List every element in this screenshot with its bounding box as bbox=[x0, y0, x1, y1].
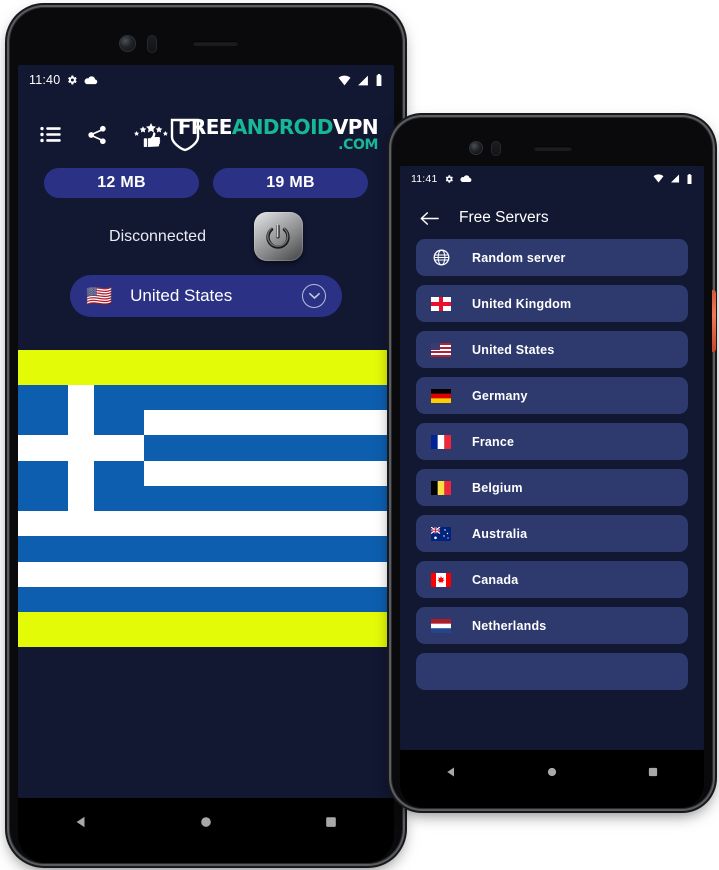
front-camera-icon bbox=[120, 36, 135, 51]
share-icon[interactable] bbox=[87, 125, 107, 145]
list-item[interactable]: Australia bbox=[416, 515, 688, 552]
battery-icon bbox=[375, 74, 383, 86]
list-item[interactable]: France bbox=[416, 423, 688, 460]
banner-bottom-bar bbox=[18, 612, 394, 647]
cloud-icon bbox=[84, 75, 98, 85]
list-item-label: France bbox=[472, 434, 515, 449]
list-item[interactable]: Random server bbox=[416, 239, 688, 276]
flag-icon-australia bbox=[430, 526, 452, 541]
list-item-label: United Kingdom bbox=[472, 296, 572, 311]
list-item-label: United States bbox=[472, 342, 555, 357]
back-arrow-icon[interactable] bbox=[420, 211, 439, 226]
flag-icon-germany bbox=[430, 388, 452, 403]
upload-badge: 19 MB bbox=[213, 168, 368, 198]
connection-status-row: Disconnected bbox=[18, 198, 394, 273]
status-time: 11:41 bbox=[411, 172, 438, 185]
flag-icon-united-kingdom bbox=[430, 296, 452, 311]
rate-icon[interactable] bbox=[133, 122, 169, 147]
logo-com: .COM bbox=[338, 137, 378, 153]
proximity-sensor-icon bbox=[148, 36, 156, 52]
phone-right-screen: 11:41 Free Servers Random server United … bbox=[400, 166, 704, 750]
country-name: United States bbox=[130, 286, 233, 305]
list-item-label: Canada bbox=[472, 572, 519, 587]
power-button[interactable] bbox=[253, 212, 303, 261]
list-item[interactable]: Canada bbox=[416, 561, 688, 598]
ad-banner[interactable] bbox=[18, 350, 394, 647]
proximity-sensor-icon bbox=[492, 142, 500, 155]
status-bar-right: 11:41 bbox=[400, 166, 704, 191]
earpiece-speaker bbox=[193, 41, 238, 46]
app-logo: FREEANDROIDVPN .COM bbox=[170, 115, 379, 153]
list-item-label: Random server bbox=[472, 250, 566, 265]
list-item-label: Netherlands bbox=[472, 618, 547, 633]
battery-icon bbox=[686, 173, 693, 184]
flag-icon-belgium bbox=[430, 480, 452, 495]
list-item[interactable] bbox=[416, 653, 688, 690]
list-item-label: Germany bbox=[472, 388, 528, 403]
list-item-label: Belgium bbox=[472, 480, 523, 495]
flag-icon-united-states bbox=[430, 342, 452, 357]
logo-vpn: VPN bbox=[332, 115, 379, 139]
list-item-label: Australia bbox=[472, 526, 528, 541]
signal-icon bbox=[670, 174, 680, 183]
flag-icon-canada bbox=[430, 572, 452, 587]
recents-square-icon[interactable] bbox=[647, 766, 659, 778]
page-title: Free Servers bbox=[459, 209, 549, 226]
front-camera-icon bbox=[470, 142, 482, 154]
connection-status-text: Disconnected bbox=[109, 227, 206, 245]
earpiece-speaker bbox=[534, 146, 572, 151]
globe-icon bbox=[430, 249, 452, 266]
app-header: FREEANDROIDVPN .COM bbox=[18, 95, 394, 166]
cloud-icon bbox=[459, 174, 472, 183]
phone-right-bezel bbox=[392, 118, 712, 166]
phone-left-device: 11:40 FREEANDROIDVPN .COM 12 MB 19 MB Di… bbox=[10, 8, 402, 863]
flag-icon-france bbox=[430, 434, 452, 449]
logo-android: ANDROID bbox=[231, 115, 334, 139]
signal-icon bbox=[357, 75, 369, 86]
list-icon[interactable] bbox=[40, 126, 61, 143]
list-item[interactable]: Germany bbox=[416, 377, 688, 414]
greece-flag-icon bbox=[18, 385, 394, 612]
back-triangle-icon[interactable] bbox=[445, 766, 457, 778]
android-navbar-left bbox=[18, 798, 394, 863]
phone-left-bezel bbox=[10, 8, 402, 65]
shield-icon bbox=[170, 118, 200, 152]
wifi-icon bbox=[653, 174, 664, 183]
gear-icon bbox=[444, 174, 454, 184]
home-circle-icon[interactable] bbox=[199, 815, 213, 829]
status-bar-left: 11:40 bbox=[18, 65, 394, 95]
banner-top-bar bbox=[18, 350, 394, 385]
recents-square-icon[interactable] bbox=[324, 815, 338, 829]
flag-icon-netherlands bbox=[430, 618, 452, 633]
country-flag-icon: 🇺🇸 bbox=[86, 284, 113, 308]
country-selector[interactable]: 🇺🇸 United States bbox=[70, 275, 342, 317]
servers-header: Free Servers bbox=[400, 191, 704, 239]
list-item[interactable]: United Kingdom bbox=[416, 285, 688, 322]
gear-icon bbox=[66, 74, 78, 86]
list-item[interactable]: Belgium bbox=[416, 469, 688, 506]
status-time: 11:40 bbox=[29, 73, 61, 87]
android-navbar-right bbox=[400, 750, 704, 808]
power-side-button[interactable] bbox=[712, 290, 716, 352]
data-usage-badges: 12 MB 19 MB bbox=[18, 166, 394, 198]
phone-right-device: 11:41 Free Servers Random server United … bbox=[392, 118, 716, 808]
download-badge: 12 MB bbox=[44, 168, 199, 198]
wifi-icon bbox=[338, 75, 351, 86]
chevron-down-icon[interactable] bbox=[302, 284, 326, 308]
list-item[interactable]: United States bbox=[416, 331, 688, 368]
header-actions bbox=[40, 122, 169, 147]
back-triangle-icon[interactable] bbox=[74, 815, 88, 829]
server-list: Random server United Kingdom United Stat… bbox=[400, 239, 704, 690]
home-circle-icon[interactable] bbox=[546, 766, 558, 778]
list-item[interactable]: Netherlands bbox=[416, 607, 688, 644]
phone-left-screen: 11:40 FREEANDROIDVPN .COM 12 MB 19 MB Di… bbox=[18, 65, 394, 798]
logo-text: FREEANDROIDVPN .COM bbox=[178, 115, 379, 153]
